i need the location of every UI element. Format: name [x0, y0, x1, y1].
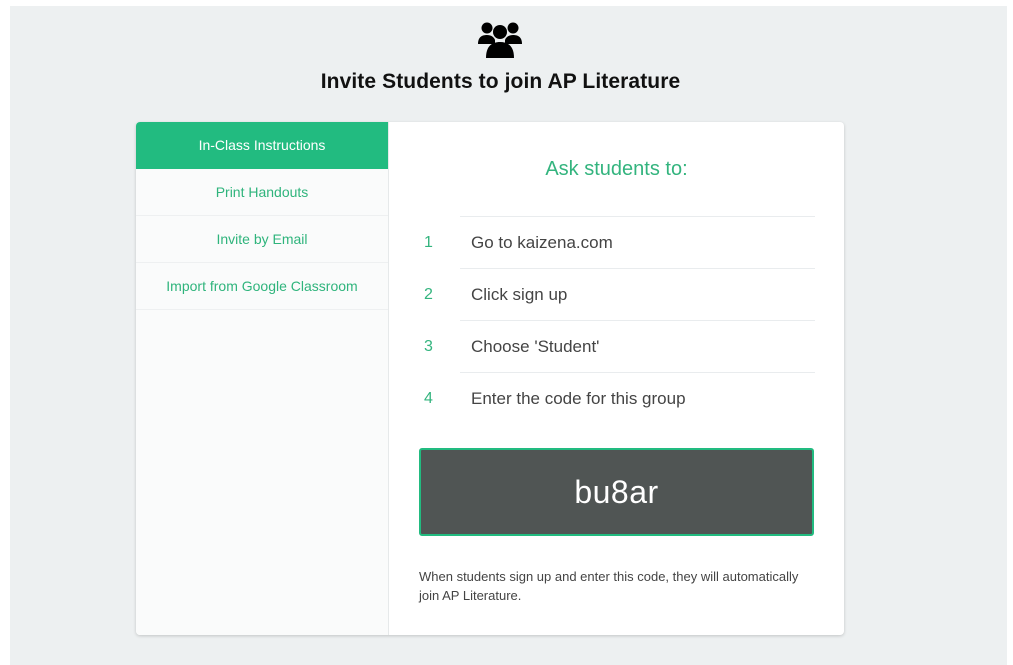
group-code-display[interactable]: bu8ar [419, 448, 814, 536]
sidebar-item-in-class-instructions[interactable]: In-Class Instructions [136, 122, 388, 169]
page-title: Invite Students to join AP Literature [320, 70, 681, 93]
invite-method-sidebar: In-Class Instructions Print Handouts Inv… [136, 122, 389, 635]
instruction-steps: 1 Go to kaizena.com 2 Click sign up 3 Ch… [419, 216, 815, 424]
step-text: Go to kaizena.com [471, 233, 613, 252]
code-footnote: When students sign up and enter this cod… [419, 569, 799, 603]
instruction-step: 2 Click sign up [424, 268, 815, 320]
instructions-heading: Ask students to: [545, 158, 688, 180]
sidebar-item-print-handouts[interactable]: Print Handouts [136, 169, 388, 216]
instruction-step: 3 Choose 'Student' [424, 320, 815, 372]
instruction-step: 4 Enter the code for this group [424, 372, 815, 424]
step-text: Enter the code for this group [471, 389, 686, 408]
step-text: Click sign up [471, 285, 568, 304]
step-number: 4 [424, 390, 433, 407]
step-number: 1 [424, 234, 433, 251]
sidebar-item-import-google-classroom[interactable]: Import from Google Classroom [136, 263, 388, 310]
step-text: Choose 'Student' [471, 337, 600, 356]
sidebar-item-invite-by-email[interactable]: Invite by Email [136, 216, 388, 263]
step-number: 3 [424, 338, 433, 355]
instruction-step: 1 Go to kaizena.com [424, 216, 815, 268]
step-number: 2 [424, 286, 433, 303]
group-icon [478, 22, 522, 58]
instructions-panel: Ask students to: 1 Go to kaizena.com 2 C… [389, 122, 844, 635]
invite-card: In-Class Instructions Print Handouts Inv… [136, 122, 844, 635]
